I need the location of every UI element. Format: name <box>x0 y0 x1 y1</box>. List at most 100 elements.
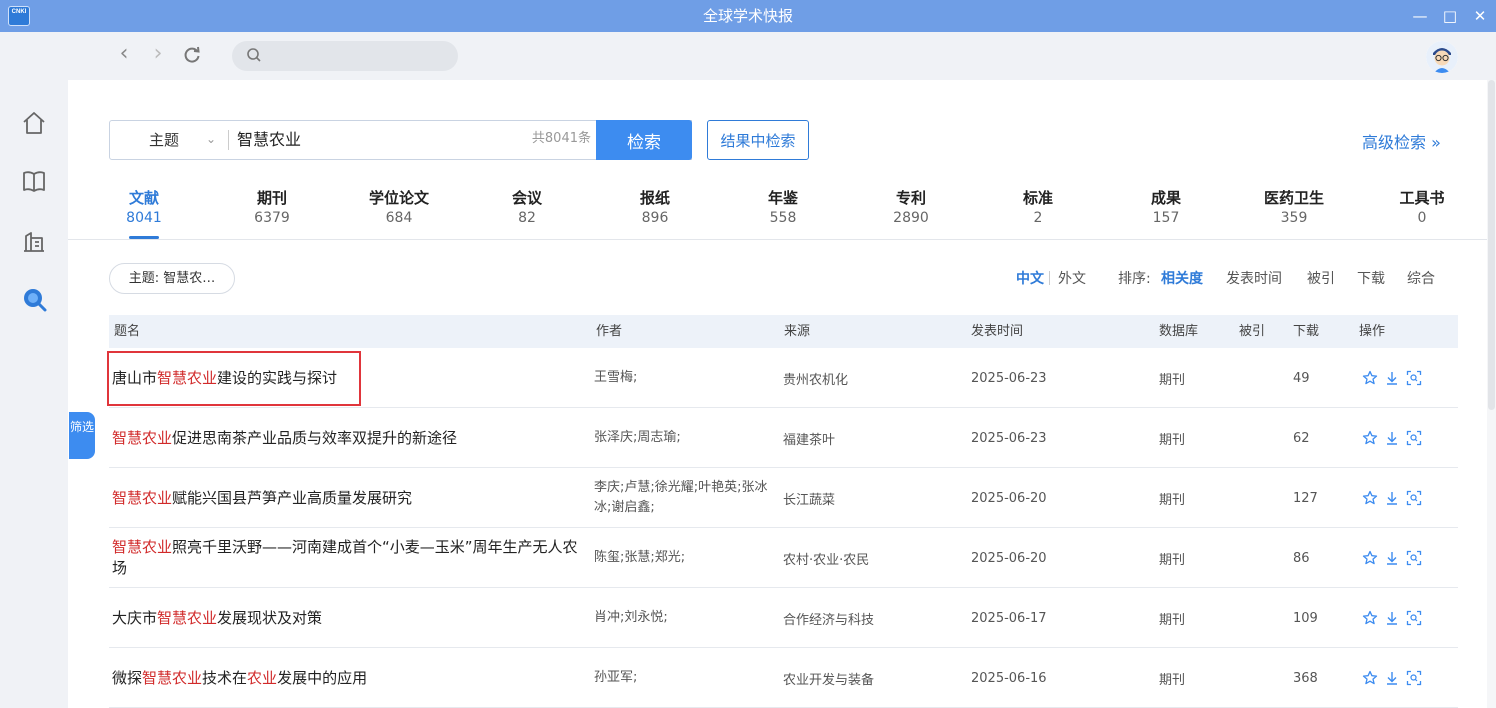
actions-cell <box>1362 408 1422 468</box>
date-cell: 2025-06-23 <box>971 430 1047 446</box>
source-cell[interactable]: 福建茶叶 <box>783 408 963 468</box>
result-title-link[interactable]: 智慧农业促进思南茶产业品质与效率双提升的新途径 <box>112 408 582 468</box>
book-icon[interactable] <box>21 168 47 194</box>
actions-cell <box>1362 588 1422 648</box>
result-title-link[interactable]: 智慧农业照亮千里沃野——河南建成首个“小麦—玉米”周年生产无人农场 <box>112 528 582 588</box>
col-author: 作者 <box>596 324 623 339</box>
date-cell: 2025-06-16 <box>971 670 1047 686</box>
home-icon[interactable] <box>21 110 47 136</box>
user-avatar[interactable] <box>1426 41 1458 73</box>
search-within-button[interactable]: 结果中检索 <box>707 120 809 160</box>
window-title: 全球学术快报 <box>702 7 793 25</box>
maximize-icon[interactable]: □ <box>1436 0 1464 32</box>
tab-journals[interactable]: 期刊 6379 <box>217 188 327 228</box>
preview-icon[interactable] <box>1406 550 1422 566</box>
star-icon[interactable] <box>1362 490 1378 506</box>
field-select[interactable]: 主题 <box>149 121 179 159</box>
tab-patents[interactable]: 专利 2890 <box>856 188 966 228</box>
result-title-link[interactable]: 智慧农业赋能兴国县芦笋产业高质量发展研究 <box>112 468 582 528</box>
actions-cell <box>1362 348 1422 408</box>
tab-yearbooks[interactable]: 年鉴 558 <box>728 188 838 228</box>
sort-citations[interactable]: 被引 <box>1307 268 1335 288</box>
filter-side-tab[interactable]: 筛选 <box>69 412 95 459</box>
source-cell[interactable]: 贵州农机化 <box>783 348 963 408</box>
downloads-cell: 49 <box>1293 370 1310 386</box>
download-icon[interactable] <box>1384 370 1400 386</box>
col-date[interactable]: 发表时间 <box>971 315 1023 348</box>
database-cell: 期刊 <box>1159 672 1186 688</box>
author-cell[interactable]: 李庆;卢慧;徐光耀;叶艳英;张冰冰;谢启鑫; <box>594 468 769 528</box>
source-cell[interactable]: 合作经济与科技 <box>783 588 963 648</box>
col-downloads[interactable]: 下载 <box>1293 315 1319 348</box>
source-cell[interactable]: 农村·农业·农民 <box>783 528 963 588</box>
tab-reference-books[interactable]: 工具书 0 <box>1367 188 1477 228</box>
author-cell[interactable]: 王雪梅; <box>594 348 769 408</box>
back-icon[interactable]: ‹ <box>111 42 137 68</box>
tab-achievements[interactable]: 成果 157 <box>1111 188 1221 228</box>
navigation-bar: ‹ › <box>0 32 1496 80</box>
star-icon[interactable] <box>1362 610 1378 626</box>
left-rail <box>0 80 68 708</box>
star-icon[interactable] <box>1362 430 1378 446</box>
star-icon[interactable] <box>1362 550 1378 566</box>
close-icon[interactable]: ✕ <box>1466 0 1494 32</box>
download-icon[interactable] <box>1384 610 1400 626</box>
star-icon[interactable] <box>1362 670 1378 686</box>
col-title[interactable]: 题名 <box>114 315 140 348</box>
author-cell[interactable]: 陈玺;张慧;郑光; <box>594 528 769 588</box>
star-icon[interactable] <box>1362 370 1378 386</box>
filter-chip[interactable]: 主题: 智慧农… <box>109 263 235 294</box>
tab-divider <box>68 239 1496 240</box>
divider <box>228 130 229 150</box>
minimize-icon[interactable]: — <box>1406 0 1434 32</box>
tab-newspapers[interactable]: 报纸 896 <box>600 188 710 228</box>
tab-theses[interactable]: 学位论文 684 <box>344 188 454 228</box>
downloads-cell: 127 <box>1293 490 1318 506</box>
col-citations[interactable]: 被引 <box>1239 315 1265 348</box>
sort-comprehensive[interactable]: 综合 <box>1407 268 1435 288</box>
preview-icon[interactable] <box>1406 430 1422 446</box>
scrollbar-thumb[interactable] <box>1488 80 1495 410</box>
author-cell[interactable]: 孙亚军; <box>594 648 769 708</box>
search-input[interactable]: 智慧农业 <box>237 121 301 159</box>
lang-foreign[interactable]: 外文 <box>1058 268 1086 288</box>
lang-chinese[interactable]: 中文 <box>1016 268 1044 288</box>
author-cell[interactable]: 肖冲;刘永悦; <box>594 588 769 648</box>
nav-search-input[interactable] <box>232 41 458 71</box>
advanced-search-link[interactable]: 高级检索 » <box>1362 129 1441 153</box>
selection-highlight-box <box>107 351 361 406</box>
result-title-link[interactable]: 微探智慧农业技术在农业发展中的应用 <box>112 648 582 708</box>
tab-conferences[interactable]: 会议 82 <box>472 188 582 228</box>
tab-medicine[interactable]: 医药卫生 359 <box>1239 188 1349 228</box>
sort-date[interactable]: 发表时间 <box>1226 268 1282 288</box>
title-bar: CNKI 全球学术快报 — □ ✕ <box>0 0 1496 32</box>
downloads-cell: 368 <box>1293 670 1318 686</box>
sort-downloads[interactable]: 下载 <box>1357 268 1385 288</box>
download-icon[interactable] <box>1384 490 1400 506</box>
sort-relevance[interactable]: 相关度 <box>1161 268 1203 288</box>
result-count: 共8041条 <box>531 131 591 146</box>
library-icon[interactable] <box>21 228 47 254</box>
author-cell[interactable]: 张泽庆;周志瑜; <box>594 408 769 468</box>
search-button[interactable]: 检索 <box>596 120 692 160</box>
preview-icon[interactable] <box>1406 490 1422 506</box>
preview-icon[interactable] <box>1406 670 1422 686</box>
scrollbar[interactable] <box>1487 80 1496 708</box>
chevron-down-icon[interactable]: ⌄ <box>206 121 216 157</box>
date-cell: 2025-06-23 <box>971 370 1047 386</box>
download-icon[interactable] <box>1384 670 1400 686</box>
forward-icon[interactable]: › <box>145 42 171 68</box>
refresh-icon[interactable] <box>179 42 205 68</box>
source-cell[interactable]: 长江蔬菜 <box>783 468 963 528</box>
search-nav-icon[interactable] <box>21 286 47 312</box>
database-cell: 期刊 <box>1159 612 1186 628</box>
result-title-link[interactable]: 大庆市智慧农业发展现状及对策 <box>112 588 582 648</box>
tab-standards[interactable]: 标准 2 <box>983 188 1093 228</box>
table-row: 智慧农业赋能兴国县芦笋产业高质量发展研究 李庆;卢慧;徐光耀;叶艳英;张冰冰;谢… <box>109 468 1458 528</box>
source-cell[interactable]: 农业开发与装备 <box>783 648 963 708</box>
download-icon[interactable] <box>1384 430 1400 446</box>
tab-literature[interactable]: 文献 8041 <box>89 188 199 239</box>
preview-icon[interactable] <box>1406 370 1422 386</box>
preview-icon[interactable] <box>1406 610 1422 626</box>
download-icon[interactable] <box>1384 550 1400 566</box>
